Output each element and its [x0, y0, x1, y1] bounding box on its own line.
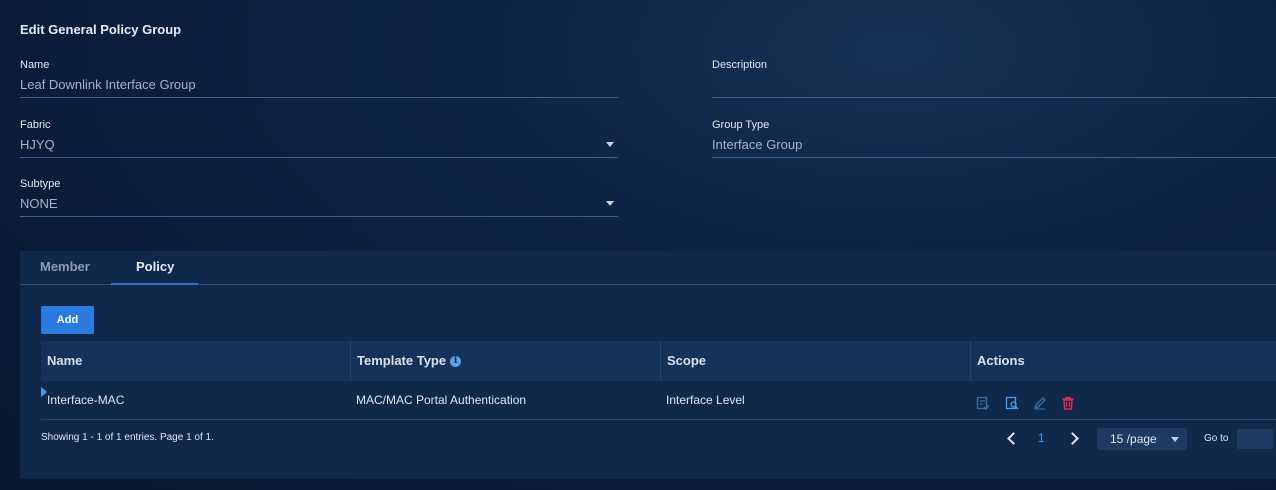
- fabric-field[interactable]: Fabric HJYQ: [20, 119, 618, 158]
- page-title: Edit General Policy Group: [20, 22, 182, 37]
- delete-icon[interactable]: [1061, 396, 1075, 410]
- edit-icon[interactable]: [1033, 396, 1047, 410]
- column-name-label: Name: [47, 353, 83, 368]
- active-tab-indicator: [111, 283, 198, 285]
- column-header-template-type[interactable]: Template Type i: [350, 341, 660, 381]
- goto-page-input[interactable]: [1237, 429, 1273, 449]
- tab-policy[interactable]: Policy: [136, 259, 174, 274]
- description-input[interactable]: [712, 77, 1276, 98]
- page-size-select[interactable]: 15 /page: [1097, 428, 1187, 450]
- subtype-select[interactable]: NONE: [20, 196, 618, 217]
- chevron-down-icon: [1171, 437, 1179, 442]
- next-page-icon[interactable]: [1066, 432, 1079, 445]
- subtype-value: NONE: [20, 196, 58, 211]
- group-type-label: Group Type: [712, 119, 770, 131]
- row-scope: Interface Level: [666, 393, 745, 407]
- fabric-value: HJYQ: [20, 137, 55, 152]
- group-type-value: Interface Group: [712, 137, 1276, 158]
- column-template-type-label: Template Type: [357, 353, 447, 368]
- column-actions-label: Actions: [977, 353, 1025, 368]
- group-type-field: Group Type Interface Group: [712, 119, 1276, 158]
- tab-bar: Member Policy: [20, 251, 1276, 285]
- column-scope-label: Scope: [667, 353, 707, 368]
- policy-table: Name Template Type i Scope Actions Interf…: [41, 341, 1276, 420]
- chevron-down-icon[interactable]: [606, 201, 614, 206]
- description-field[interactable]: Description: [712, 59, 1276, 98]
- chevron-down-icon[interactable]: [606, 142, 614, 147]
- prev-page-icon[interactable]: [1007, 432, 1020, 445]
- name-input[interactable]: Leaf Downlink Interface Group: [20, 77, 618, 98]
- row-name: Interface-MAC: [47, 393, 125, 407]
- fabric-select[interactable]: HJYQ: [20, 137, 618, 158]
- table-header: Name Template Type i Scope Actions: [41, 341, 1276, 381]
- column-header-actions: Actions: [970, 341, 1276, 381]
- name-label: Name: [20, 59, 50, 71]
- description-label: Description: [712, 59, 768, 71]
- column-header-name[interactable]: Name: [41, 341, 350, 381]
- info-icon[interactable]: i: [450, 356, 462, 368]
- view-details-icon[interactable]: [1005, 396, 1019, 410]
- add-button[interactable]: Add: [41, 306, 94, 334]
- policy-panel: Member Policy Add Name Template Type i Sc…: [20, 251, 1276, 479]
- tab-member[interactable]: Member: [40, 259, 90, 274]
- table-row[interactable]: Interface-MAC MAC/MAC Portal Authenticat…: [41, 381, 1276, 420]
- pagination-summary: Showing 1 - 1 of 1 entries. Page 1 of 1.: [41, 432, 214, 443]
- row-template-type: MAC/MAC Portal Authentication: [356, 393, 527, 407]
- name-field[interactable]: Name Leaf Downlink Interface Group: [20, 59, 618, 98]
- apply-icon[interactable]: [976, 396, 990, 410]
- goto-label: Go to: [1204, 433, 1229, 444]
- page-size-value: 15 /page: [1110, 432, 1157, 446]
- subtype-field[interactable]: Subtype NONE: [20, 178, 618, 217]
- page-number[interactable]: 1: [1038, 431, 1045, 445]
- column-header-scope[interactable]: Scope: [660, 341, 970, 381]
- fabric-label: Fabric: [20, 119, 51, 131]
- subtype-label: Subtype: [20, 178, 61, 190]
